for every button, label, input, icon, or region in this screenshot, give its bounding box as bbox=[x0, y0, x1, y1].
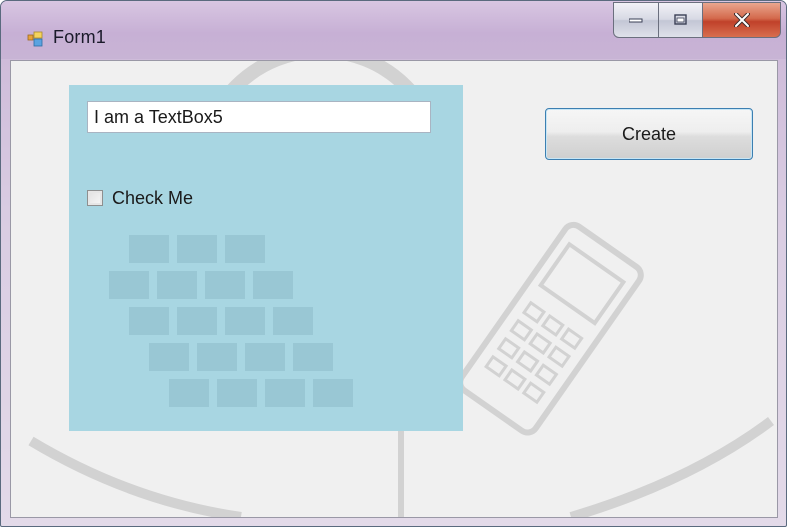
minimize-icon bbox=[629, 18, 643, 23]
check-me-checkbox-row[interactable]: Check Me bbox=[87, 187, 193, 209]
textbox5[interactable]: I am a TextBox5 bbox=[87, 101, 431, 133]
app-icon bbox=[27, 31, 43, 47]
close-button[interactable] bbox=[703, 2, 781, 38]
minimize-button[interactable] bbox=[613, 2, 659, 38]
panel-watermark bbox=[109, 235, 353, 407]
check-me-label[interactable]: Check Me bbox=[112, 188, 193, 209]
check-me-checkbox[interactable] bbox=[87, 190, 103, 206]
blue-panel: I am a TextBox5 Check Me bbox=[69, 85, 463, 431]
window-title: Form1 bbox=[53, 27, 107, 47]
form-client-area: I am a TextBox5 Check Me Create bbox=[10, 60, 778, 518]
create-button[interactable]: Create bbox=[545, 108, 753, 160]
close-icon bbox=[733, 13, 750, 27]
form-window: Form1 I am a TextBox5 Check Me Create bbox=[0, 0, 787, 527]
maximize-button[interactable] bbox=[659, 2, 703, 38]
title-bar[interactable]: Form1 bbox=[1, 1, 786, 59]
maximize-icon bbox=[673, 14, 687, 25]
caption-buttons bbox=[613, 2, 783, 42]
